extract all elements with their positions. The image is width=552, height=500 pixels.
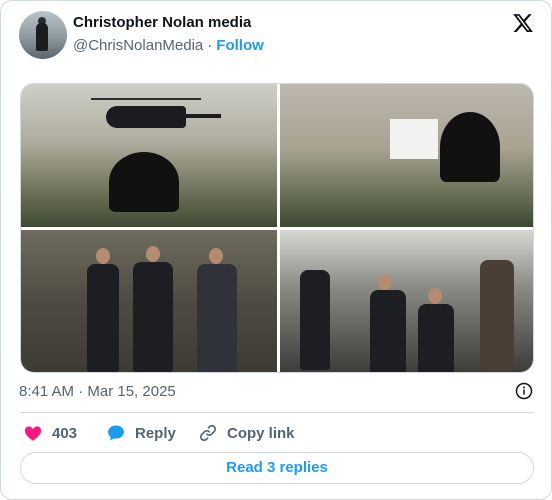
reply-button[interactable]: Reply	[106, 423, 176, 443]
likes-count: 403	[52, 424, 78, 442]
link-icon	[199, 424, 217, 442]
media-photo-set-cave-sheep[interactable]	[280, 84, 533, 227]
x-logo-icon[interactable]	[512, 12, 534, 34]
tweet-embed-card: Christopher Nolan media @ChrisNolanMedia…	[0, 0, 552, 500]
media-grid[interactable]	[20, 83, 534, 373]
info-icon[interactable]	[515, 382, 533, 400]
media-photo-helicopter-cave[interactable]	[21, 84, 277, 227]
heart-icon	[24, 426, 42, 441]
author-handle-row: @ChrisNolanMedia · Follow	[73, 37, 264, 54]
tweet-timestamp[interactable]: 8:41 AM · Mar 15, 2025	[19, 383, 176, 400]
reply-label: Reply	[135, 424, 176, 442]
avatar[interactable]	[19, 11, 67, 59]
separator-dot: ·	[207, 37, 213, 54]
reply-bubble-icon	[108, 425, 124, 441]
media-photo-crew-standing[interactable]	[21, 230, 277, 372]
copy-link-label: Copy link	[227, 424, 295, 442]
author-handle[interactable]: @ChrisNolanMedia	[73, 37, 203, 54]
media-photo-crew-on-set[interactable]	[280, 230, 533, 372]
author-name[interactable]: Christopher Nolan media	[73, 14, 251, 31]
copy-link-button[interactable]: Copy link	[198, 423, 295, 443]
follow-link[interactable]: Follow	[216, 37, 264, 54]
read-replies-button[interactable]: Read 3 replies	[20, 452, 534, 484]
like-button[interactable]: 403	[23, 423, 77, 443]
divider	[20, 412, 534, 413]
